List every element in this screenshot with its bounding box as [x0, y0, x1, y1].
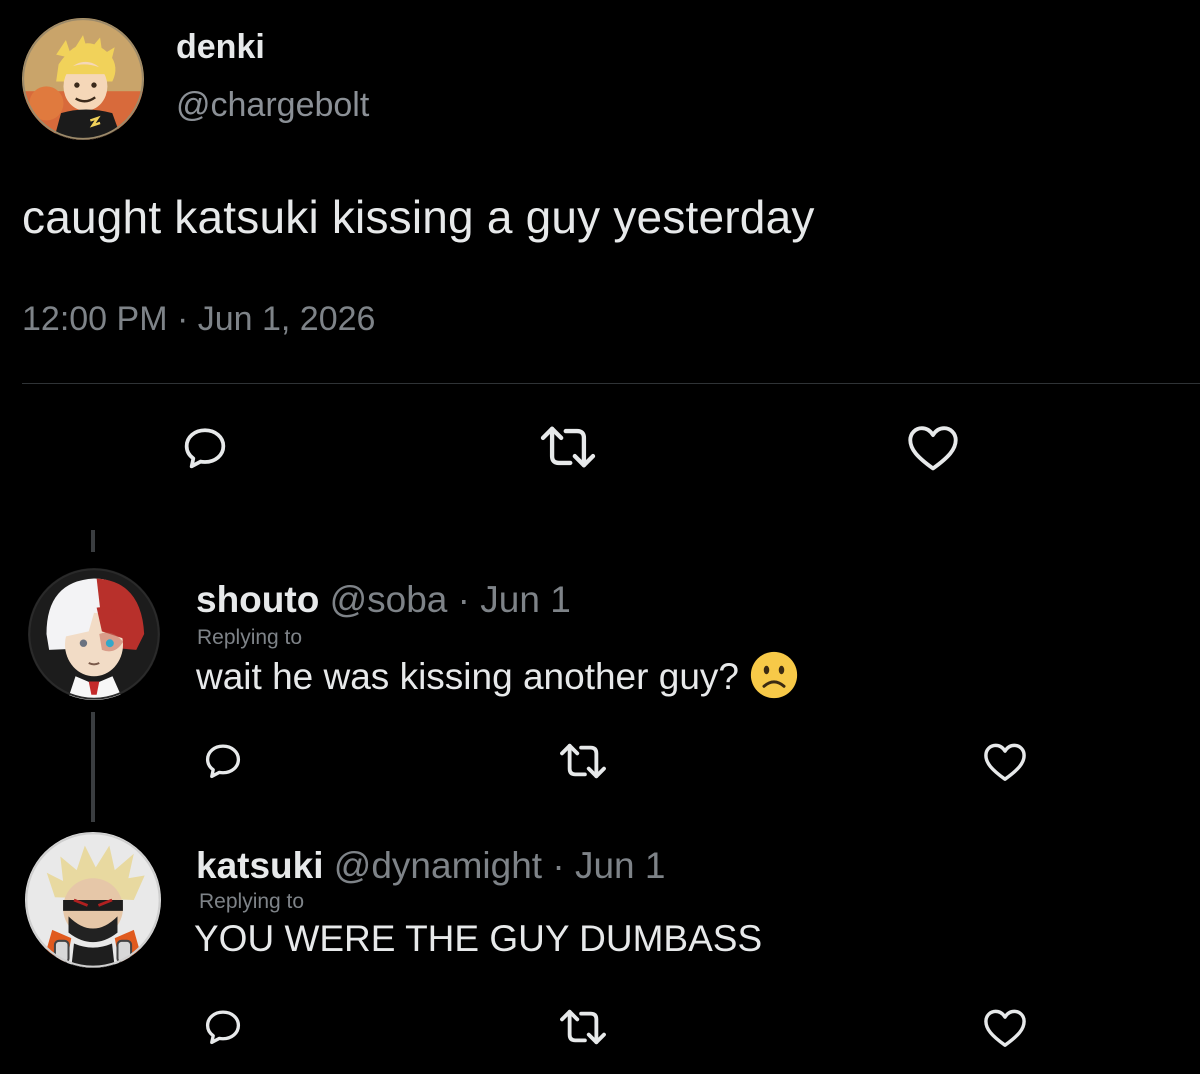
reply-icon[interactable] — [178, 423, 232, 473]
tweet-timestamp[interactable]: 12:00 PM · Jun 1, 2026 — [22, 300, 375, 339]
tweet-thread-page: denki @chargebolt caught katsuki kissing… — [0, 0, 1200, 1074]
heart-icon[interactable] — [982, 741, 1028, 783]
reply-text-katsuki: YOU WERE THE GUY DUMBASS — [194, 918, 763, 959]
reply-separator: · — [447, 579, 481, 620]
reply-author-handle[interactable]: @soba — [330, 579, 448, 620]
retweet-icon[interactable] — [536, 422, 600, 472]
replying-to-label: Replying to — [197, 626, 303, 649]
tweet-text: caught katsuki kissing a guy yesterday — [22, 191, 815, 243]
heart-icon[interactable] — [982, 1007, 1028, 1049]
reply-text-content: wait he was kissing another guy? — [196, 655, 739, 697]
reply-icon[interactable] — [200, 740, 246, 782]
reply-author-name[interactable]: katsuki — [196, 845, 324, 886]
thread-line-middle — [91, 712, 95, 822]
katsuki-avatar[interactable] — [25, 832, 161, 968]
reply-header-shouto: shouto @soba · Jun 1 — [196, 579, 571, 621]
reply-date[interactable]: Jun 1 — [480, 579, 571, 620]
reply-separator: · — [542, 845, 575, 886]
author-name[interactable]: denki — [176, 28, 265, 67]
reply-icon[interactable] — [200, 1006, 246, 1048]
reply-author-name[interactable]: shouto — [196, 579, 319, 620]
denki-avatar[interactable] — [22, 18, 144, 140]
reply-text-shouto: wait he was kissing another guy? — [196, 651, 799, 704]
reply-header-katsuki: katsuki @dynamight · Jun 1 — [196, 845, 665, 887]
frowning-face-emoji — [749, 650, 799, 700]
retweet-icon[interactable] — [556, 1006, 610, 1048]
reply-author-handle[interactable]: @dynamight — [334, 845, 542, 886]
shouto-avatar[interactable] — [28, 568, 160, 700]
heart-icon[interactable] — [905, 423, 961, 473]
retweet-icon[interactable] — [556, 740, 610, 782]
author-handle[interactable]: @chargebolt — [176, 86, 369, 125]
thread-line-top — [91, 530, 95, 552]
reply-date[interactable]: Jun 1 — [575, 845, 666, 886]
replying-to-label: Replying to — [199, 890, 305, 913]
divider — [22, 383, 1200, 384]
